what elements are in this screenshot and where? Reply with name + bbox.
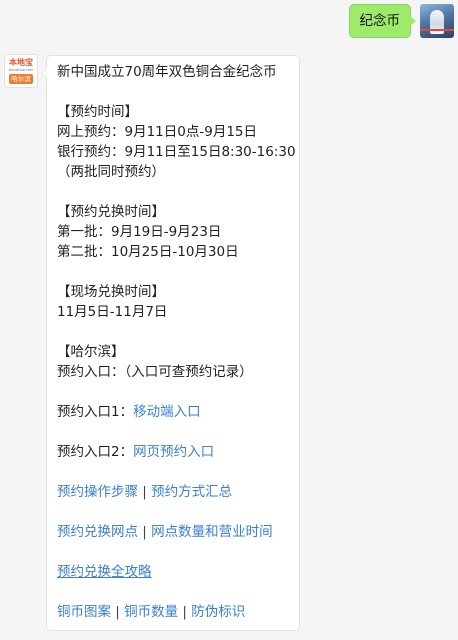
avatar-stripe: [420, 29, 454, 31]
official-account-avatar[interactable]: 本地宝 bendibao.com 哈尔滨: [4, 54, 38, 88]
booking-steps-link[interactable]: 预约操作步骤: [57, 484, 138, 500]
coin-quantity-link[interactable]: 铜币数量: [124, 604, 178, 620]
exchange-batch-2: 第二批：10月25日-10月30日: [57, 244, 239, 260]
booking-methods-link[interactable]: 预约方式汇总: [151, 484, 232, 500]
full-guide-link[interactable]: 预约兑换全攻略: [57, 564, 152, 580]
outgoing-message-row: 纪念币: [348, 4, 454, 38]
online-booking-time: 网上预约：9月11日0点-9月15日: [57, 124, 257, 140]
bank-booking-time: 银行预约：9月11日至15日8:30-16:30: [57, 144, 296, 160]
booking-note: （两批同时预约）: [57, 164, 165, 180]
mobile-entry-link[interactable]: 移动端入口: [133, 404, 201, 420]
links-row-4: 铜币图案 | 铜币数量 | 防伪标识: [57, 602, 289, 622]
link-separator: |: [111, 604, 125, 620]
booking-entry-1-row: 预约入口1：移动端入口: [57, 402, 289, 422]
links-row-1: 预约操作步骤 | 预约方式汇总: [57, 482, 289, 502]
link-separator: |: [178, 604, 192, 620]
web-booking-entry-link[interactable]: 网页预约入口: [133, 444, 214, 460]
onsite-exchange-dates: 11月5日-11月7日: [57, 304, 168, 320]
booking-entry-1-label: 预约入口1：: [57, 404, 134, 420]
harbin-heading: 【哈尔滨】: [57, 344, 125, 360]
brand-logo: 本地宝: [9, 58, 33, 67]
outgoing-message-text: 纪念币: [359, 13, 401, 29]
anti-fake-link[interactable]: 防伪标识: [191, 604, 245, 620]
user-avatar[interactable]: [420, 4, 454, 38]
brand-site: bendibao.com: [8, 68, 34, 72]
exchange-batch-1: 第一批：9月19日-9月23日: [57, 224, 222, 240]
booking-entry-label: 预约入口：（入口可查预约记录）: [57, 364, 253, 380]
exchange-time-heading: 【预约兑换时间】: [57, 204, 165, 220]
link-separator: |: [138, 484, 152, 500]
link-separator: |: [138, 524, 152, 540]
onsite-exchange-heading: 【现场兑换时间】: [57, 284, 165, 300]
outgoing-message-bubble[interactable]: 纪念币: [348, 4, 416, 38]
brand-city-badge: 哈尔滨: [9, 74, 33, 84]
links-row-3: 预约兑换全攻略: [57, 562, 289, 582]
booking-time-heading: 【预约时间】: [57, 104, 138, 120]
incoming-message-bubble: 新中国成立70周年双色铜合金纪念币 【预约时间】 网上预约：9月11日0点-9月…: [41, 55, 300, 631]
exchange-outlets-link[interactable]: 预约兑换网点: [57, 524, 138, 540]
booking-entry-2-row: 预约入口2：网页预约入口: [57, 442, 289, 462]
booking-entry-2-label: 预约入口2：: [57, 444, 134, 460]
message-title: 新中国成立70周年双色铜合金纪念币: [57, 64, 277, 80]
links-row-2: 预约兑换网点 | 网点数量和营业时间: [57, 522, 289, 542]
coin-design-link[interactable]: 铜币图案: [57, 604, 111, 620]
outlet-hours-link[interactable]: 网点数量和营业时间: [151, 524, 273, 540]
